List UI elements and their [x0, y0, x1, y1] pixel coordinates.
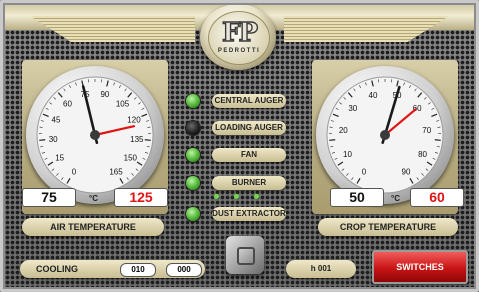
home-square-icon — [237, 247, 255, 265]
gauge-tick — [144, 139, 151, 141]
logo-badge: FP PEDROTTI — [208, 11, 270, 65]
gauge-tick-label: 90 — [402, 167, 411, 176]
status-led — [186, 121, 200, 135]
gauge-tick-label: 150 — [124, 154, 138, 163]
crop-actual-readout: 50 — [330, 188, 384, 207]
home-button[interactable] — [226, 236, 264, 274]
gauge-tick-label: 15 — [55, 154, 64, 163]
crop-temperature-label: CROP TEMPERATURE — [318, 218, 458, 236]
gauge-tick — [39, 139, 46, 141]
air-actual-readout: 75 — [22, 188, 76, 207]
gauge-tick-label: 30 — [49, 135, 58, 144]
hour-counter: h 001 — [286, 260, 356, 278]
gauge-tick-label: 80 — [418, 150, 427, 159]
burner-flame-dot — [214, 194, 219, 199]
gauge-tick-label: 120 — [127, 115, 141, 124]
gauge-tick-label: 70 — [422, 126, 431, 135]
status-led — [186, 94, 200, 108]
cooling-value-a[interactable]: 010 — [120, 263, 156, 277]
crop-gauge-face: 0102030405060708090 — [326, 76, 444, 194]
indicator-label: DUST EXTRACTOR — [212, 207, 286, 221]
gauge-tick — [434, 139, 441, 141]
gauge-tick-label: 135 — [130, 135, 144, 144]
gauge-tick-label: 0 — [72, 167, 77, 176]
crop-temperature-gauge: 0102030405060708090 — [316, 66, 454, 204]
gauge-tick-label: 30 — [348, 104, 357, 113]
indicator-label: FAN — [212, 148, 286, 162]
air-temperature-gauge: 0153045607590105120135150165 — [26, 66, 164, 204]
indicator-label: CENTRAL AUGER — [212, 94, 286, 108]
cooling-value-b[interactable]: 000 — [166, 263, 202, 277]
crop-setpoint-readout[interactable]: 60 — [410, 188, 464, 207]
indicator-central-auger: CENTRAL AUGER — [186, 94, 286, 108]
gauge-tick — [329, 139, 336, 141]
header-wing-left — [30, 16, 195, 42]
logo-brand: PEDROTTI — [217, 48, 261, 54]
crop-unit: °C — [391, 194, 400, 203]
indicator-label: BURNER — [212, 176, 286, 190]
gauge-hub — [90, 130, 100, 140]
status-led — [186, 176, 200, 190]
gauge-tick-label: 40 — [369, 91, 378, 100]
air-unit: °C — [89, 194, 98, 203]
indicator-dust-extractor: DUST EXTRACTOR — [186, 207, 286, 221]
burner-flame-dot — [234, 194, 239, 199]
status-led — [186, 148, 200, 162]
indicator-fan: FAN — [186, 148, 286, 162]
logo-mark: FP — [221, 17, 258, 48]
switches-button[interactable]: SWITCHES — [372, 250, 468, 284]
header-wing-right — [284, 16, 449, 42]
cooling-bar: COOLING 010 000 — [20, 260, 205, 278]
indicator-label: LOADING AUGER — [212, 121, 286, 135]
gauge-tick-label: 105 — [116, 99, 130, 108]
fp-logo: FP PEDROTTI — [200, 4, 276, 70]
indicator-loading-auger: LOADING AUGER — [186, 121, 286, 135]
burner-flame-dot — [254, 194, 259, 199]
air-setpoint-readout[interactable]: 125 — [114, 188, 168, 207]
gauge-tick-label: 165 — [109, 167, 123, 176]
gauge-tick-label: 0 — [362, 167, 367, 176]
gauge-tick-label: 45 — [52, 115, 61, 124]
gauge-tick-label: 60 — [63, 99, 72, 108]
air-gauge-face: 0153045607590105120135150165 — [36, 76, 154, 194]
gauge-tick-label: 20 — [339, 126, 348, 135]
indicator-burner: BURNER — [186, 176, 286, 190]
status-led — [186, 207, 200, 221]
gauge-tick-label: 90 — [100, 90, 109, 99]
air-temperature-label: AIR TEMPERATURE — [22, 218, 164, 236]
cooling-label: COOLING — [36, 264, 78, 274]
gauge-hub — [380, 130, 390, 140]
gauge-tick-label: 10 — [343, 150, 352, 159]
